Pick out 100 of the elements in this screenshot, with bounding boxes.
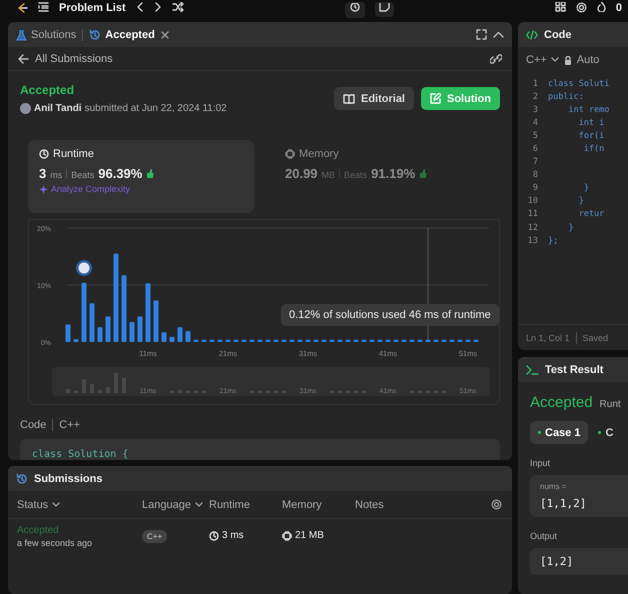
histogram-bar[interactable]	[450, 340, 454, 342]
stat-title: Memory	[299, 148, 339, 160]
histogram-bar[interactable]	[170, 336, 174, 342]
histogram-bar[interactable]	[434, 340, 438, 342]
code-icon	[526, 30, 538, 40]
chevron-up-icon[interactable]	[493, 30, 504, 38]
line-number: 8	[532, 170, 539, 180]
caret-down-icon[interactable]	[52, 502, 60, 508]
caret-down-icon[interactable]	[550, 57, 559, 63]
problem-list-label[interactable]: Problem List	[59, 2, 126, 15]
line-number: 12	[526, 222, 539, 233]
submission-date: submitted at Jun 22, 2024 11:02	[84, 103, 227, 114]
shuffle-icon[interactable]	[172, 2, 184, 12]
histogram-bar[interactable]	[226, 340, 230, 342]
caret-down-icon[interactable]	[194, 502, 203, 508]
case-tab[interactable]: Case 1	[530, 421, 588, 444]
histogram-bar[interactable]	[402, 340, 406, 342]
code-line: retur	[578, 209, 604, 220]
back-arrow-icon[interactable]	[18, 54, 29, 64]
histogram-bar[interactable]	[234, 340, 238, 342]
notes-button[interactable]	[374, 2, 394, 17]
expand-icon[interactable]	[476, 29, 487, 40]
histogram-bar[interactable]	[258, 340, 262, 342]
editorial-button[interactable]: Editorial	[334, 87, 414, 110]
stat-title: Runtime	[53, 148, 94, 160]
histogram-bar[interactable]	[418, 340, 422, 342]
code-label: Code	[20, 419, 46, 431]
beats-label: Beats	[71, 170, 94, 180]
stat-card[interactable]: Memory 20.99 MB Beats 91.19%	[274, 140, 500, 213]
histogram-bar[interactable]	[354, 340, 358, 342]
author-name[interactable]: Anil Tandi	[34, 103, 82, 114]
panel-tab[interactable]: Accepted	[89, 28, 155, 40]
histogram-bar[interactable]	[410, 340, 414, 342]
histogram-bar[interactable]	[202, 340, 206, 342]
list-icon[interactable]	[38, 2, 49, 12]
stat-card[interactable]: Runtime 3 ms Beats 96.39% Analyze Complexity	[28, 140, 254, 213]
grid-icon[interactable]	[554, 2, 566, 13]
histogram-bar[interactable]	[474, 340, 478, 342]
chevron-right-icon[interactable]	[154, 2, 162, 12]
histogram-bar[interactable]	[66, 324, 70, 342]
histogram-bar[interactable]	[106, 316, 110, 342]
histogram-bar[interactable]	[330, 340, 334, 342]
settings-icon[interactable]	[576, 2, 587, 13]
column-header[interactable]: Status	[17, 498, 60, 510]
clock-icon	[209, 530, 219, 540]
terminal-icon	[526, 364, 539, 374]
code-line: public:	[548, 92, 584, 102]
history-icon[interactable]	[89, 28, 102, 40]
histogram-bar[interactable]	[266, 340, 270, 342]
histogram-bar[interactable]	[466, 340, 470, 342]
histogram-bar[interactable]	[138, 316, 142, 342]
histogram-bar[interactable]	[338, 340, 342, 342]
histogram-bar[interactable]	[290, 340, 294, 342]
histogram-bar[interactable]	[458, 340, 462, 342]
histogram-bar[interactable]	[426, 340, 430, 342]
code-line: for(i	[578, 130, 604, 141]
flame-icon[interactable]	[596, 2, 606, 12]
case-tab[interactable]: C	[590, 421, 622, 444]
column-header[interactable]: Language	[142, 498, 203, 510]
streak-count[interactable]: 0	[616, 2, 622, 15]
stat-unit: MB	[322, 170, 336, 180]
code-line: }	[567, 222, 574, 233]
histogram-bar[interactable]	[298, 340, 302, 342]
histogram-bar[interactable]	[346, 340, 350, 342]
panel-tab[interactable]: Solutions	[16, 28, 76, 40]
column-header: Runtime	[209, 498, 250, 510]
histogram-bar[interactable]	[250, 340, 254, 342]
histogram-bar[interactable]	[162, 332, 166, 342]
histogram-bar[interactable]	[218, 340, 222, 342]
histogram-bar[interactable]	[442, 340, 446, 342]
histogram-bar[interactable]	[74, 339, 78, 342]
histogram-bar[interactable]	[394, 340, 398, 342]
histogram-bar[interactable]	[370, 340, 374, 342]
histogram-bar[interactable]	[362, 340, 366, 342]
histogram-bar[interactable]	[194, 340, 198, 342]
histogram-bar[interactable]	[322, 340, 326, 342]
memory-cell: 21 MB	[295, 530, 324, 541]
chevron-left-icon[interactable]	[136, 2, 144, 12]
line-number: 10	[526, 196, 539, 206]
mode-label: Auto	[576, 54, 600, 66]
edit-icon	[430, 93, 441, 104]
syntax-dropdown[interactable]: C++	[526, 54, 559, 66]
histogram-bar[interactable]	[210, 340, 214, 342]
histogram-bar[interactable]	[378, 340, 382, 342]
histogram-bar[interactable]	[282, 340, 286, 342]
timer-button[interactable]	[344, 2, 365, 18]
histogram-bar[interactable]	[242, 340, 246, 342]
settings-icon[interactable]	[491, 499, 502, 510]
all-submissions-link[interactable]: All Submissions	[35, 52, 113, 64]
parameter-value: [1,1,2]	[540, 497, 588, 510]
histogram-bar[interactable]	[306, 340, 310, 342]
histogram-bar[interactable]	[274, 340, 278, 342]
histogram-bar[interactable]	[314, 340, 318, 342]
histogram-bar[interactable]	[386, 340, 390, 342]
flask-icon[interactable]	[16, 28, 27, 40]
beats-label: Beats	[344, 170, 368, 180]
close-icon[interactable]	[160, 30, 169, 38]
link-icon[interactable]	[490, 54, 502, 64]
history-icon[interactable]	[16, 472, 28, 484]
line-number: 13	[526, 236, 539, 246]
